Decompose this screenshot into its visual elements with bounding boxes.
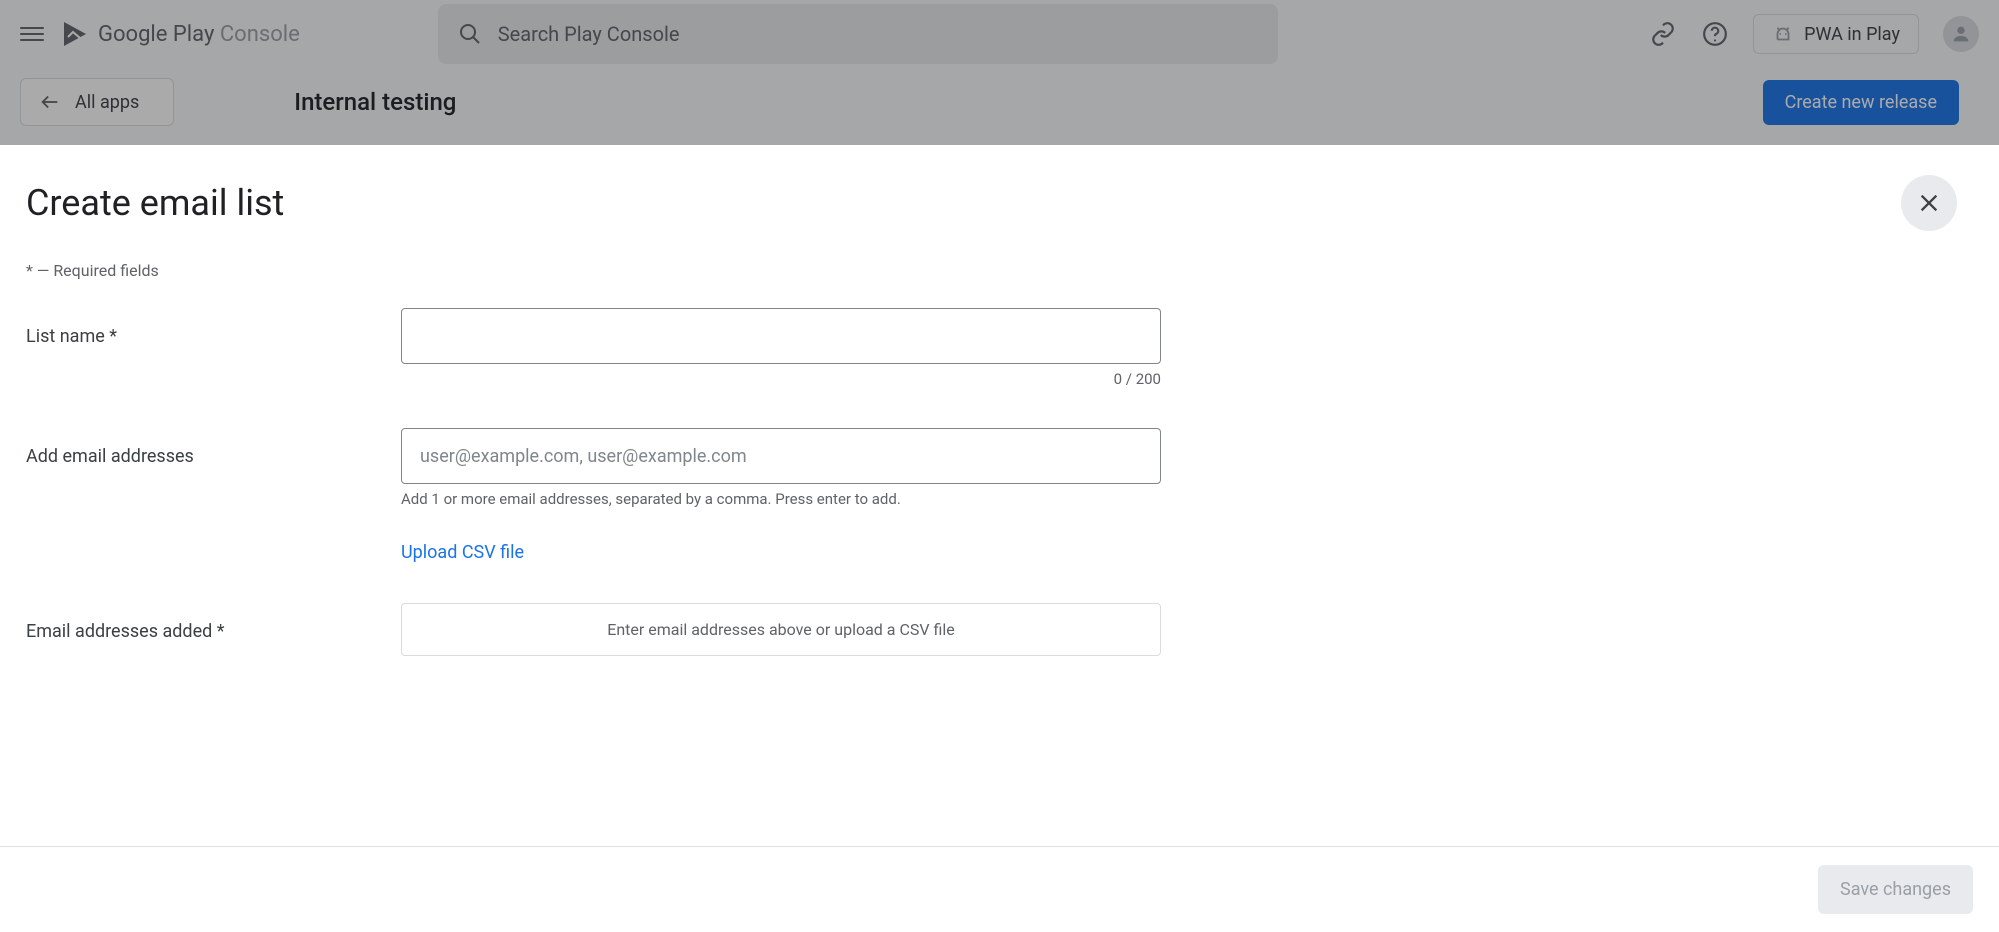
save-changes-button[interactable]: Save changes [1818,865,1973,914]
required-fields-note: * — Required fields [26,261,1973,280]
close-button[interactable] [1901,175,1957,231]
modal-title: Create email list [26,182,284,224]
list-name-counter: 0 / 200 [401,370,1161,388]
modal-footer: Save changes [0,846,1999,932]
upload-csv-link[interactable]: Upload CSV file [401,542,524,563]
add-emails-input[interactable] [401,428,1161,484]
emails-added-label: Email addresses added * [26,603,401,656]
emails-added-empty: Enter email addresses above or upload a … [401,603,1161,656]
add-emails-label: Add email addresses [26,428,401,563]
list-name-label: List name * [26,308,401,388]
create-email-list-modal: Create email list * — Required fields Li… [0,145,1999,932]
close-icon [1918,192,1940,214]
add-emails-helper: Add 1 or more email addresses, separated… [401,490,1161,508]
list-name-input[interactable] [401,308,1161,364]
modal-scrim [0,0,1999,145]
